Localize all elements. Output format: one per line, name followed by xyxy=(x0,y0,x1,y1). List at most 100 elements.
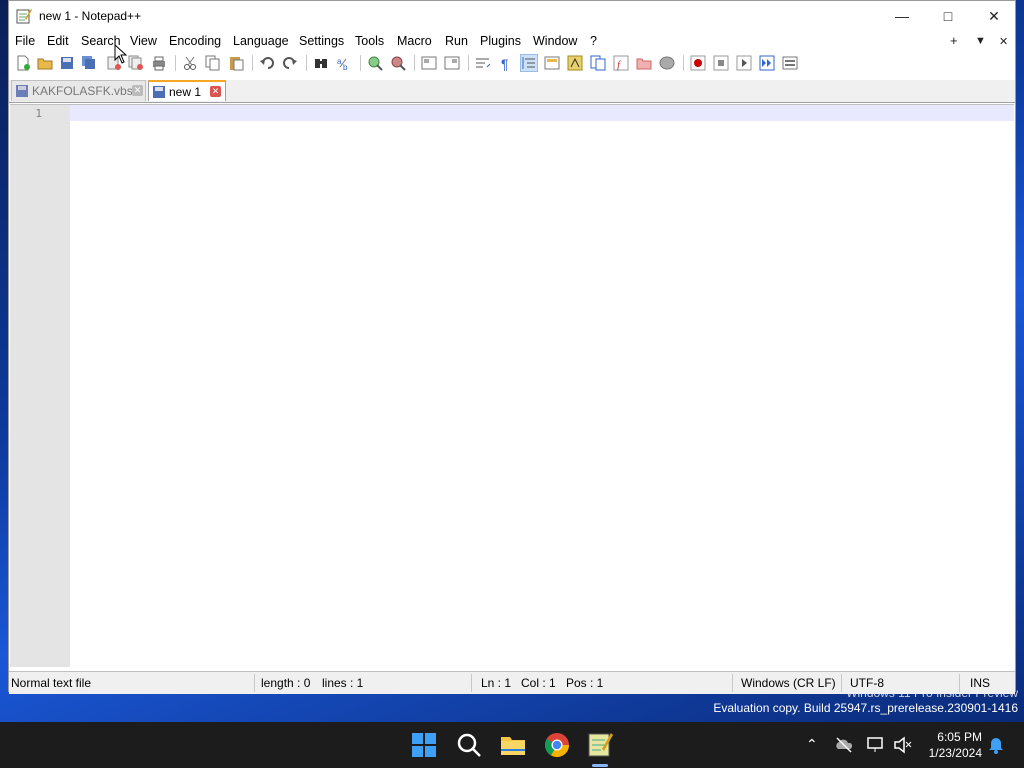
menu-plugins[interactable]: Plugins xyxy=(480,34,521,48)
status-separator xyxy=(732,674,733,692)
tab-bar: KAKFOLASFK.vbs ✕ new 1 ✕ xyxy=(9,80,1015,103)
status-separator xyxy=(841,674,842,692)
minimize-button[interactable]: — xyxy=(879,1,925,31)
save-all-icon[interactable] xyxy=(81,55,97,71)
svg-text:¶: ¶ xyxy=(501,56,509,71)
replace-icon[interactable]: ab xyxy=(336,55,352,71)
mouse-cursor-icon xyxy=(114,44,128,64)
user-defined-lang-icon[interactable] xyxy=(544,55,560,71)
clock-time: 6:05 PM xyxy=(937,730,982,744)
show-all-chars-icon[interactable]: ¶ xyxy=(498,55,514,71)
text-editor[interactable]: 1 xyxy=(10,104,1014,667)
notification-bell-icon[interactable] xyxy=(987,736,1005,754)
status-separator xyxy=(959,674,960,692)
folder-workspace-icon[interactable] xyxy=(636,55,652,71)
play-macro-icon[interactable] xyxy=(736,55,752,71)
close-all-icon[interactable] xyxy=(128,55,144,71)
status-length: length : 0 xyxy=(261,676,311,690)
menu-settings[interactable]: Settings xyxy=(299,34,344,48)
status-line: Ln : 1 xyxy=(481,676,512,690)
toolbar-separator xyxy=(252,55,253,71)
sync-horizontal-icon[interactable] xyxy=(444,55,460,71)
taskbar: ⌃ 6:05 PM 1/23/2024 xyxy=(0,722,1024,768)
cut-icon[interactable] xyxy=(182,55,198,71)
line-number: 1 xyxy=(35,107,42,120)
tab-list-dropdown-icon[interactable]: ▼ xyxy=(975,35,986,47)
menu-macro[interactable]: Macro xyxy=(397,34,432,48)
menu-edit[interactable]: Edit xyxy=(47,34,69,48)
status-file-type: Normal text file xyxy=(11,676,92,690)
status-column: Col : 1 xyxy=(521,676,556,690)
maximize-button[interactable]: □ xyxy=(925,1,971,31)
active-app-indicator xyxy=(592,764,608,767)
menu-tools[interactable]: Tools xyxy=(355,34,384,48)
paste-icon[interactable] xyxy=(228,55,244,71)
indent-guide-icon[interactable] xyxy=(520,54,538,72)
network-icon[interactable] xyxy=(866,735,886,755)
zoom-in-icon[interactable] xyxy=(367,55,383,71)
taskbar-clock[interactable]: 6:05 PM 1/23/2024 xyxy=(929,729,982,761)
doc-map-icon[interactable] xyxy=(567,55,583,71)
save-icon[interactable] xyxy=(59,55,75,71)
sync-vertical-icon[interactable] xyxy=(421,55,437,71)
notepadpp-icon xyxy=(16,9,32,24)
svg-text:b: b xyxy=(343,63,348,71)
menu-bar: File Edit Search View Encoding Language … xyxy=(9,31,1015,51)
watermark-line2: Evaluation copy. Build 25947.rs_prerelea… xyxy=(713,701,1018,715)
copy-icon[interactable] xyxy=(205,55,221,71)
word-wrap-icon[interactable] xyxy=(475,55,491,71)
menu-language[interactable]: Language xyxy=(233,34,289,48)
menu-window[interactable]: Window xyxy=(533,34,577,48)
status-insert-mode[interactable]: INS xyxy=(970,676,990,690)
menu-view[interactable]: View xyxy=(130,34,157,48)
search-icon[interactable] xyxy=(455,731,483,759)
menu-encoding[interactable]: Encoding xyxy=(169,34,221,48)
toolbar: ab ¶ f xyxy=(9,52,1015,74)
redo-icon[interactable] xyxy=(282,55,298,71)
monitoring-icon[interactable] xyxy=(659,55,675,71)
tab-close-icon[interactable]: ✕ xyxy=(132,85,143,96)
open-file-icon[interactable] xyxy=(37,55,53,71)
menu-help[interactable]: ? xyxy=(590,34,597,48)
tab-kakfolasfk-vbs[interactable]: KAKFOLASFK.vbs ✕ xyxy=(11,80,146,101)
status-separator xyxy=(471,674,472,692)
file-explorer-icon[interactable] xyxy=(499,731,527,759)
show-hidden-icons-icon[interactable]: ⌃ xyxy=(806,736,818,753)
start-windows-icon[interactable] xyxy=(410,731,438,759)
status-separator xyxy=(254,674,255,692)
menu-run[interactable]: Run xyxy=(445,34,468,48)
tab-label: KAKFOLASFK.vbs xyxy=(32,84,133,98)
title-bar[interactable]: new 1 - Notepad++ — □ ✕ xyxy=(9,1,1015,31)
tab-new-1[interactable]: new 1 ✕ xyxy=(148,80,226,101)
tab-label: new 1 xyxy=(169,85,202,99)
onedrive-icon[interactable] xyxy=(834,735,854,755)
status-position: Pos : 1 xyxy=(566,676,604,690)
record-macro-icon[interactable] xyxy=(690,55,706,71)
doc-list-icon[interactable] xyxy=(590,55,606,71)
status-eol[interactable]: Windows (CR LF) xyxy=(741,676,836,690)
current-line-highlight xyxy=(70,105,1014,121)
unsaved-file-icon xyxy=(153,86,165,98)
stop-macro-icon[interactable] xyxy=(713,55,729,71)
notepadpp-taskbar-icon[interactable] xyxy=(586,731,614,759)
chrome-icon[interactable] xyxy=(543,731,571,759)
menu-file[interactable]: File xyxy=(15,34,35,48)
run-macro-multiple-icon[interactable] xyxy=(759,55,775,71)
add-tab-button[interactable]: + xyxy=(950,33,958,48)
close-document-icon[interactable]: ✕ xyxy=(999,35,1008,48)
new-file-icon[interactable] xyxy=(15,55,31,71)
tab-close-icon[interactable]: ✕ xyxy=(210,86,221,97)
toolbar-separator xyxy=(683,55,684,71)
volume-muted-icon[interactable] xyxy=(893,735,913,755)
close-button[interactable]: ✕ xyxy=(971,1,1017,31)
line-number-gutter: 1 xyxy=(10,105,70,667)
status-encoding[interactable]: UTF-8 xyxy=(850,676,884,690)
zoom-out-icon[interactable] xyxy=(390,55,406,71)
status-lines: lines : 1 xyxy=(322,676,364,690)
undo-icon[interactable] xyxy=(259,55,275,71)
toolbar-separator xyxy=(468,55,469,71)
find-icon[interactable] xyxy=(313,55,329,71)
function-list-icon[interactable]: f xyxy=(613,55,629,71)
save-macro-icon[interactable] xyxy=(782,55,798,71)
print-icon[interactable] xyxy=(151,55,167,71)
